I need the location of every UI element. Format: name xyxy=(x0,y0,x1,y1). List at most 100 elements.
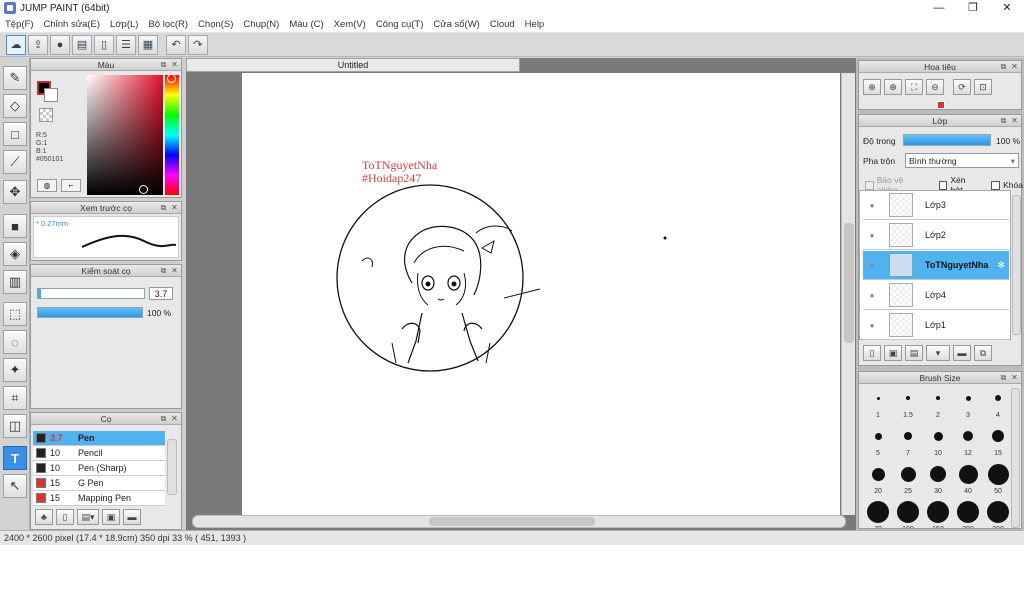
reset-view-icon[interactable]: ⊡ xyxy=(974,79,992,95)
brush-size-cell[interactable]: 4 xyxy=(983,386,1013,419)
bucket-tool-icon[interactable]: ◈ xyxy=(3,242,27,266)
magic-wand-tool-icon[interactable]: ✦ xyxy=(3,358,27,382)
close-icon[interactable]: ✕ xyxy=(170,203,179,212)
move-tool-icon[interactable]: ✥ xyxy=(3,180,27,204)
close-icon[interactable]: ✕ xyxy=(170,60,179,69)
brush-size-cell[interactable]: 100 xyxy=(893,500,923,528)
float-icon[interactable]: ⧉ xyxy=(159,60,168,69)
lock-checkbox[interactable] xyxy=(991,180,1001,190)
visibility-icon[interactable]: ● xyxy=(865,228,879,242)
eyedrop-button[interactable]: ⌐ xyxy=(61,179,81,192)
hue-slider[interactable] xyxy=(165,75,179,195)
blend-mode-select[interactable]: Bình thường ▾ xyxy=(905,153,1019,168)
gradient-tool-icon[interactable]: ▥ xyxy=(3,270,27,294)
brush-size-cell[interactable]: 300 xyxy=(983,500,1013,528)
brush-size-cell[interactable]: 3 xyxy=(953,386,983,419)
share-icon[interactable]: ⇪ xyxy=(28,34,48,55)
brush-item[interactable]: 15 Mapping Pen xyxy=(33,491,165,506)
background-color[interactable] xyxy=(44,88,58,102)
brush-size-cell[interactable]: 15 xyxy=(983,424,1013,457)
layer-settings-icon[interactable]: ✻ xyxy=(997,260,1005,271)
brush-size-cell[interactable]: 150 xyxy=(923,500,953,528)
zoom-out-icon[interactable]: ⊖ xyxy=(926,79,944,95)
rectangle-tool-icon[interactable]: □ xyxy=(3,122,27,146)
brush-size-cell[interactable]: 12 xyxy=(953,424,983,457)
brush-size-slider[interactable] xyxy=(37,288,145,299)
line-tool-icon[interactable]: ⟋ xyxy=(3,150,27,174)
eraser-tool-icon[interactable]: ◇ xyxy=(3,94,27,118)
brush-size-cell[interactable]: 70 xyxy=(863,500,893,528)
select-rect-tool-icon[interactable]: ⬚ xyxy=(3,302,27,326)
float-icon[interactable]: ⧉ xyxy=(159,414,168,423)
layer-row[interactable]: ● Lớp4 xyxy=(863,281,1009,310)
layer-folder-icon[interactable]: ▬ xyxy=(953,345,971,361)
menu-view[interactable]: Xem(V) xyxy=(329,19,371,30)
brush-size-cell[interactable]: 5 xyxy=(863,424,893,457)
menu-file[interactable]: Tệp(F) xyxy=(0,19,39,30)
float-icon[interactable]: ⧉ xyxy=(999,62,1008,71)
layout-icon[interactable]: ▦ xyxy=(138,34,158,55)
brush-size-cell[interactable]: 1.5 xyxy=(893,386,923,419)
close-icon[interactable]: ✕ xyxy=(1010,62,1019,71)
brush-size-cell[interactable]: 20 xyxy=(863,462,893,495)
brush-size-cell[interactable]: 7 xyxy=(893,424,923,457)
brush-menu-icon[interactable]: ▤▾ xyxy=(77,509,99,525)
menu-help[interactable]: Help xyxy=(520,19,550,30)
cloud-icon[interactable]: ☁ xyxy=(6,34,26,55)
brush-opacity-slider[interactable] xyxy=(37,307,143,318)
redo-icon[interactable]: ↷ xyxy=(188,34,208,55)
canvas-horizontal-scrollbar[interactable] xyxy=(192,515,846,528)
visibility-icon[interactable]: ● xyxy=(865,288,879,302)
layer-row[interactable]: ● ToTNguyetNha ✻ xyxy=(863,251,1009,280)
select-eraser-tool-icon[interactable]: ◫ xyxy=(3,414,27,438)
palette-button[interactable]: ◍ xyxy=(37,179,57,192)
layer-row[interactable]: ● Lớp2 xyxy=(863,221,1009,250)
float-icon[interactable]: ⧉ xyxy=(159,266,168,275)
brush-cloud-icon[interactable]: ♣ xyxy=(35,509,53,525)
float-icon[interactable]: ⧉ xyxy=(999,116,1008,125)
menu-tools[interactable]: Công cụ(T) xyxy=(371,19,429,30)
new-layer-icon[interactable]: ▯ xyxy=(863,345,881,361)
menu-filter[interactable]: Bộ lọc(R) xyxy=(143,19,193,30)
vertical-scroll-thumb[interactable] xyxy=(844,223,854,343)
maximize-button[interactable]: ❐ xyxy=(956,0,990,16)
menu-select[interactable]: Chọn(S) xyxy=(193,19,238,30)
copy-layer-icon[interactable]: ▤ xyxy=(905,345,923,361)
saturation-value-picker[interactable] xyxy=(87,75,163,195)
brush-size-value[interactable]: 3.7 xyxy=(149,287,173,300)
close-button[interactable]: ✕ xyxy=(990,0,1024,16)
horizontal-scroll-thumb[interactable] xyxy=(429,517,595,526)
menu-window[interactable]: Cửa sổ(W) xyxy=(428,19,484,30)
layer-opacity-slider[interactable] xyxy=(903,134,991,146)
minimize-button[interactable]: — xyxy=(922,0,956,16)
comment-icon[interactable]: ● xyxy=(50,34,70,55)
brush-tool-icon[interactable]: ✎ xyxy=(3,66,27,90)
fit-icon[interactable]: ⛶ xyxy=(905,79,923,95)
undo-icon[interactable]: ↶ xyxy=(166,34,186,55)
menu-cloud[interactable]: Cloud xyxy=(485,19,520,30)
visibility-icon[interactable]: ● xyxy=(865,198,879,212)
new-brush-icon[interactable]: ▯ xyxy=(56,509,74,525)
brush-size-cell[interactable]: 40 xyxy=(953,462,983,495)
merge-layer-icon[interactable]: ⧉ xyxy=(974,345,992,361)
select-pen-tool-icon[interactable]: ⌗ xyxy=(3,386,27,410)
visibility-icon[interactable]: ● xyxy=(865,258,879,272)
zoom-plus-icon[interactable]: ⊕ xyxy=(884,79,902,95)
message-icon[interactable]: ▤ xyxy=(72,34,92,55)
panel-icon[interactable]: ☰ xyxy=(116,34,136,55)
close-icon[interactable]: ✕ xyxy=(1010,116,1019,125)
brush-size-cell[interactable]: 2 xyxy=(923,386,953,419)
operation-tool-icon[interactable]: ↖ xyxy=(3,474,27,498)
menu-edit[interactable]: Chỉnh sửa(E) xyxy=(39,19,106,30)
visibility-icon[interactable]: ● xyxy=(865,318,879,332)
close-icon[interactable]: ✕ xyxy=(170,414,179,423)
transparent-color[interactable] xyxy=(39,108,53,122)
page-icon[interactable]: ▯ xyxy=(94,34,114,55)
fill-rect-tool-icon[interactable]: ■ xyxy=(3,214,27,238)
close-icon[interactable]: ✕ xyxy=(170,266,179,275)
float-icon[interactable]: ⧉ xyxy=(999,373,1008,382)
brush-size-cell[interactable]: 1 xyxy=(863,386,893,419)
layer-row[interactable]: ● Lớp3 xyxy=(863,191,1009,220)
menu-capture[interactable]: Chụp(N) xyxy=(238,19,284,30)
brush-size-cell[interactable]: 25 xyxy=(893,462,923,495)
